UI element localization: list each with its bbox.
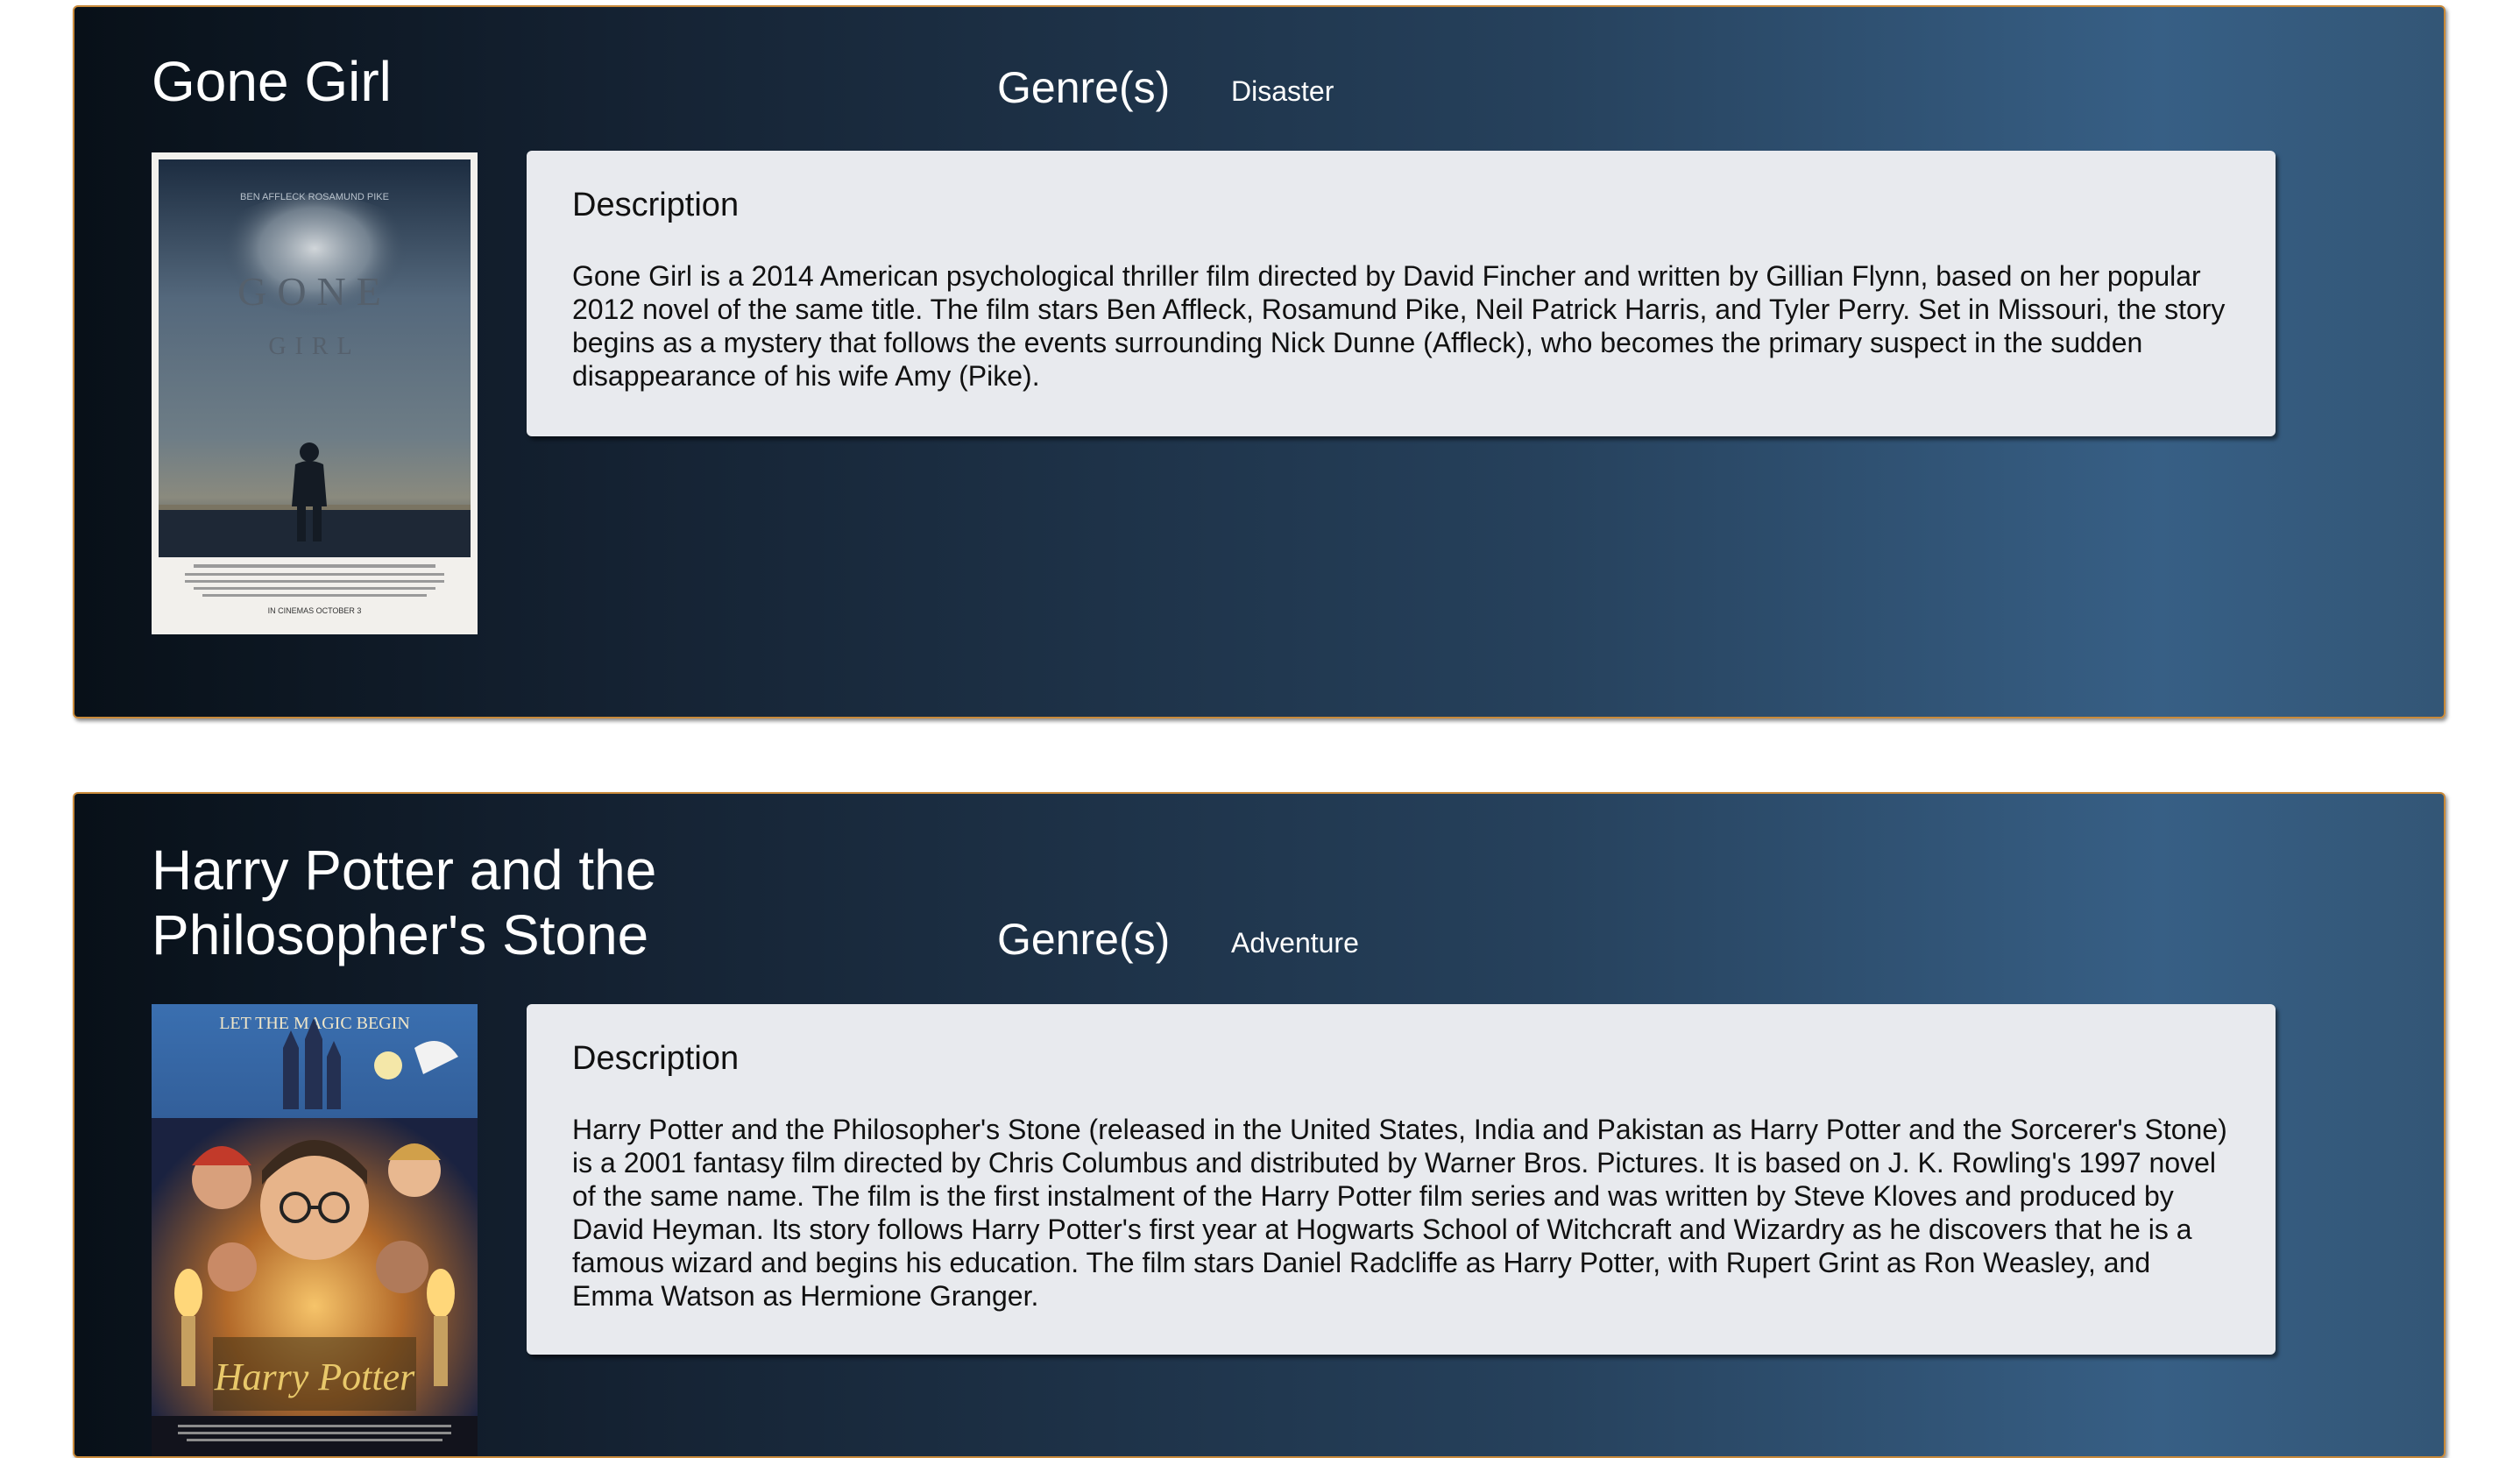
description-heading: Description [572,187,740,223]
description-panel: Description Gone Girl is a 2014 American… [527,151,2276,436]
description-text: Gone Girl is a 2014 American psychologic… [572,260,2226,392]
description-heading: Description [572,1040,740,1077]
poster-art: LET THE MAGIC BEGIN Harry Potter [152,1004,478,1456]
genre-label: Genre(s) [997,63,1171,112]
genre-value: Adventure [1231,927,1359,959]
poster-title-line2: GIRL [268,333,360,360]
movie-title: Harry Potter and the Philosopher's Stone [152,839,657,966]
poster-art: BEN AFFLECK ROSAMUND PIKE GONE GIRL IN C… [159,159,471,627]
movie-card: Gone Girl Genre(s) Disaster BEN AFFLECK … [73,5,2446,718]
movie-title: Gone Girl [152,50,392,113]
description-text: Harry Potter and the Philosopher's Stone… [572,1114,2227,1312]
genre-value: Disaster [1231,75,1334,107]
poster-credits: BEN AFFLECK ROSAMUND PIKE [240,192,389,202]
description-panel: Description Harry Potter and the Philoso… [527,1004,2276,1355]
movie-card: Harry Potter and the Philosopher's Stone… [73,792,2446,1458]
poster-logo: Harry Potter [214,1355,415,1398]
movie-poster: LET THE MAGIC BEGIN Harry Potter [152,1004,478,1456]
movie-poster: BEN AFFLECK ROSAMUND PIKE GONE GIRL IN C… [152,152,478,634]
poster-title-line1: GONE [237,269,392,314]
genre-label: Genre(s) [997,915,1171,964]
poster-release: IN CINEMAS OCTOBER 3 [268,606,362,615]
